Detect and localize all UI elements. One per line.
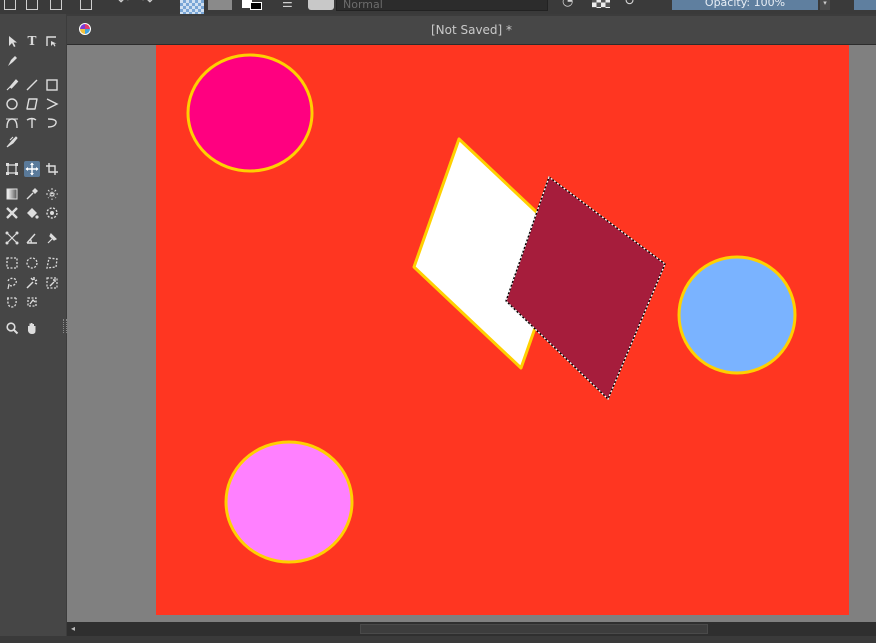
brush-preview-icon[interactable] [308, 0, 334, 10]
gradient-tool-icon[interactable] [4, 186, 20, 202]
erase-mode-icon[interactable]: ◔ [562, 0, 573, 9]
freehand-path-tool-icon[interactable] [24, 115, 40, 131]
fill-tool-icon[interactable] [24, 205, 40, 221]
scroll-left-arrow-icon[interactable]: ◂ [67, 622, 79, 636]
pink-circle[interactable] [186, 53, 314, 173]
template-icon[interactable] [80, 0, 92, 10]
document-canvas[interactable] [156, 45, 849, 615]
dynamic-brush-tool-icon[interactable] [44, 115, 60, 131]
reference-images-tool-icon[interactable] [44, 230, 60, 246]
smart-patch-tool-icon[interactable] [4, 205, 20, 221]
edit-shapes-tool-icon[interactable] [44, 33, 60, 49]
magnetic-selection-tool-icon[interactable] [24, 294, 40, 310]
redo-icon[interactable]: ↷ [142, 0, 153, 9]
status-bar [0, 636, 876, 643]
new-document-icon[interactable] [4, 0, 16, 10]
size-slider[interactable] [854, 0, 876, 10]
canvas-viewport[interactable] [67, 45, 876, 622]
preserve-alpha-icon[interactable] [592, 0, 610, 8]
select-shape-tool-icon[interactable] [4, 33, 20, 49]
freehand-brush-tool-icon[interactable] [4, 77, 20, 93]
text-tool-icon[interactable]: T [24, 33, 40, 49]
move-tool-icon[interactable] [24, 161, 40, 177]
fill-gradients-swatch[interactable] [180, 0, 204, 14]
polygon-tool-icon[interactable] [24, 96, 40, 112]
horizontal-scrollbar-thumb[interactable] [360, 624, 708, 634]
open-document-icon[interactable] [26, 0, 38, 10]
color-picker-tool-icon[interactable] [24, 186, 40, 202]
assistant-tool-icon[interactable] [4, 230, 20, 246]
enclose-fill-tool-icon[interactable] [44, 205, 60, 221]
measure-tool-icon[interactable] [24, 230, 40, 246]
line-tool-icon[interactable] [24, 77, 40, 93]
main-toolbar: ↶ ↷ ☰ Normal ◔ ↻ Opacity: 100% ▾ [0, 0, 876, 14]
ellipse-tool-icon[interactable] [4, 96, 20, 112]
zoom-tool-icon[interactable] [4, 320, 20, 336]
calligraphy-tool-icon[interactable] [4, 53, 20, 69]
contiguous-selection-tool-icon[interactable] [24, 275, 40, 291]
colorize-mask-tool-icon[interactable] [44, 186, 60, 202]
polyline-tool-icon[interactable] [44, 96, 60, 112]
blending-mode-select[interactable]: Normal [336, 0, 548, 11]
horizontal-scrollbar[interactable]: ◂ [67, 622, 876, 636]
rectangular-selection-tool-icon[interactable] [4, 255, 20, 271]
blue-circle[interactable] [677, 255, 797, 375]
fill-patterns-swatch[interactable] [208, 0, 232, 10]
polygonal-selection-tool-icon[interactable] [44, 255, 60, 271]
reload-preset-icon[interactable]: ↻ [624, 0, 635, 9]
document-tab-bar: [Not Saved] * [67, 16, 876, 45]
transform-tool-icon[interactable] [4, 161, 20, 177]
crop-tool-icon[interactable] [44, 161, 60, 177]
pan-tool-icon[interactable] [24, 320, 40, 336]
violet-circle[interactable] [224, 440, 354, 564]
save-document-icon[interactable] [50, 0, 62, 10]
multibrush-tool-icon[interactable] [4, 134, 20, 150]
document-tab-title[interactable]: [Not Saved] * [67, 16, 876, 44]
foreground-background-color-icon[interactable] [242, 0, 266, 10]
undo-icon[interactable]: ↶ [118, 0, 129, 9]
toolbox-panel: T [0, 14, 67, 643]
freehand-selection-tool-icon[interactable] [4, 275, 20, 291]
opacity-dropdown-arrow-icon[interactable]: ▾ [820, 0, 830, 10]
similar-selection-tool-icon[interactable] [44, 275, 60, 291]
rectangle-tool-icon[interactable] [44, 77, 60, 93]
opacity-slider[interactable]: Opacity: 100% [672, 0, 818, 10]
elliptical-selection-tool-icon[interactable] [24, 255, 40, 271]
brush-presets-icon[interactable]: ☰ [282, 0, 293, 10]
bezier-selection-tool-icon[interactable] [4, 294, 20, 310]
bezier-tool-icon[interactable] [4, 115, 20, 131]
